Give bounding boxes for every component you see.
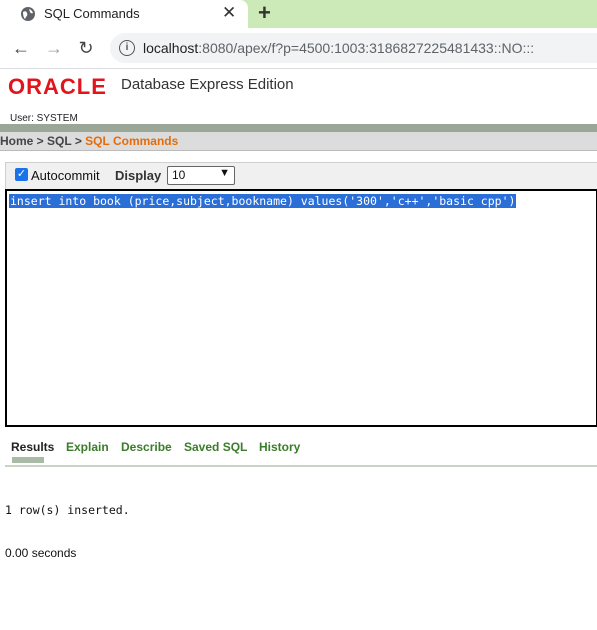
browser-tab[interactable]: SQL Commands ✕	[0, 0, 248, 28]
breadcrumb-current: SQL Commands	[85, 134, 179, 148]
active-tab-indicator	[12, 457, 44, 463]
url-text[interactable]: localhost:8080/apex/f?p=4500:1003:318682…	[143, 40, 534, 56]
user-label: User: SYSTEM	[10, 113, 78, 124]
header-divider	[0, 124, 597, 132]
command-toolbar: ✓ Autocommit Display 10 ▼	[5, 162, 597, 190]
execution-time: 0.00 seconds	[5, 546, 77, 560]
tab-title: SQL Commands	[44, 6, 140, 21]
result-message: 1 row(s) inserted.	[5, 503, 130, 517]
address-bar[interactable]: i localhost:8080/apex/f?p=4500:1003:3186…	[110, 33, 597, 63]
globe-icon	[21, 7, 35, 21]
sql-text[interactable]: insert into book (price,subject,bookname…	[9, 194, 517, 208]
info-icon[interactable]: i	[119, 40, 135, 56]
forward-arrow-icon[interactable]: →	[43, 37, 65, 59]
autocommit-label[interactable]: Autocommit	[31, 168, 100, 183]
display-value: 10	[172, 168, 186, 182]
browser-tabstrip: SQL Commands ✕ +	[0, 0, 597, 28]
close-icon[interactable]: ✕	[222, 3, 236, 23]
reload-icon[interactable]: ↻	[75, 37, 97, 59]
breadcrumb-separator: >	[71, 134, 86, 148]
display-label: Display	[115, 168, 162, 183]
plus-icon[interactable]: +	[258, 0, 271, 26]
oracle-logo: ORACLE	[8, 74, 107, 99]
back-arrow-icon[interactable]: ←	[10, 37, 32, 59]
display-select[interactable]: 10 ▼	[167, 166, 235, 185]
url-host: localhost	[143, 40, 199, 56]
product-name: Database Express Edition	[121, 76, 294, 93]
sql-editor[interactable]: insert into book (price,subject,bookname…	[5, 189, 597, 427]
url-rest: :8080/apex/f?p=4500:1003:318682722548143…	[198, 40, 535, 56]
tab-results[interactable]: Results	[11, 440, 54, 454]
breadcrumb-sql[interactable]: SQL	[47, 134, 71, 148]
tab-explain[interactable]: Explain	[66, 440, 109, 454]
breadcrumb-separator: >	[33, 134, 48, 148]
browser-toolbar: ← → ↻ i localhost:8080/apex/f?p=4500:100…	[0, 28, 597, 69]
tab-describe[interactable]: Describe	[121, 440, 172, 454]
breadcrumb-home[interactable]: Home	[0, 134, 33, 148]
checkbox-icon[interactable]: ✓	[15, 168, 28, 181]
tab-saved-sql[interactable]: Saved SQL	[184, 440, 247, 454]
tab-history[interactable]: History	[259, 440, 300, 454]
breadcrumb: Home > SQL > SQL Commands	[0, 132, 597, 151]
result-tabs: Results Explain Describe Saved SQL Histo…	[5, 437, 597, 467]
chevron-down-icon: ▼	[219, 167, 230, 179]
